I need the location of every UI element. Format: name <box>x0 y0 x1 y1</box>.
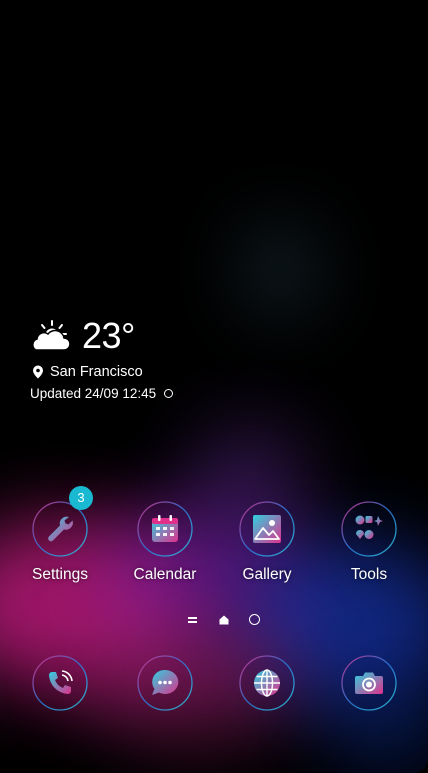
temperature: 23° <box>82 315 135 356</box>
location-name: San Francisco <box>50 364 143 380</box>
app-label: Settings <box>31 566 88 583</box>
location-pin-icon <box>33 365 43 379</box>
page-dot[interactable] <box>249 614 260 625</box>
app-label: Gallery <box>242 566 292 583</box>
app-calendar[interactable]: Calendar <box>120 500 210 584</box>
page-menu-icon[interactable] <box>188 617 197 623</box>
app-label: Tools <box>350 566 388 583</box>
app-settings[interactable]: 3 Settings <box>15 486 105 584</box>
dock-messages[interactable] <box>120 654 210 712</box>
app-label: Calendar <box>133 566 197 583</box>
notification-badge: 3 <box>69 486 93 510</box>
app-tools-folder[interactable]: Tools <box>324 500 414 584</box>
refresh-icon[interactable] <box>164 389 174 398</box>
tools-folder-icon <box>355 515 383 539</box>
updated-time: Updated 24/09 12:45 <box>30 386 157 401</box>
phone-icon <box>49 670 73 694</box>
calendar-icon <box>152 515 178 542</box>
home-page-icon[interactable] <box>219 615 229 625</box>
dock-camera[interactable] <box>324 654 414 712</box>
camera-icon <box>355 672 383 694</box>
weather-widget[interactable]: 23° San Francisco Updated 24/09 12:45 <box>30 315 174 401</box>
messages-icon <box>152 669 179 695</box>
page-indicator[interactable] <box>0 612 428 628</box>
browser-globe-icon <box>254 669 280 697</box>
dock-phone[interactable] <box>15 654 105 712</box>
app-gallery[interactable]: Gallery <box>222 500 312 584</box>
wrench-icon <box>48 516 73 542</box>
partly-cloudy-icon <box>32 320 71 351</box>
dock-browser[interactable] <box>222 654 312 712</box>
gallery-icon <box>253 515 281 543</box>
